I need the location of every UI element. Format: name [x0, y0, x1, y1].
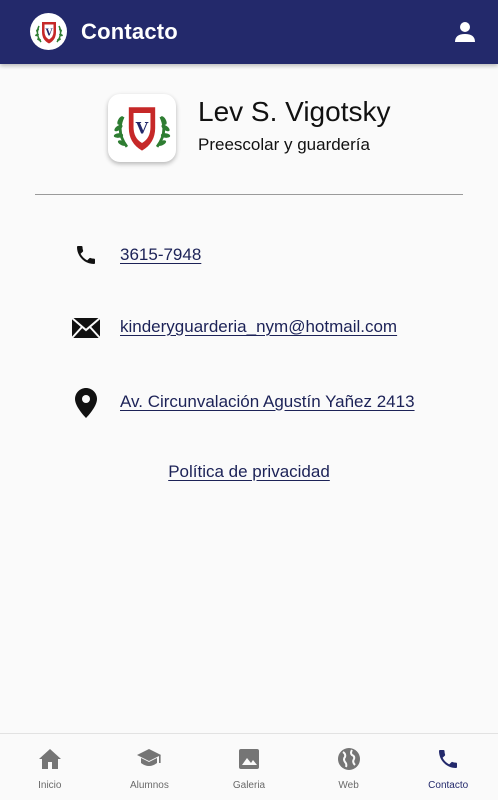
nav-label: Alumnos — [129, 780, 169, 791]
svg-text:V: V — [44, 28, 53, 38]
phone-icon — [435, 746, 461, 772]
svg-text:V: V — [135, 119, 149, 138]
school-subtitle: Preescolar y guardería — [198, 135, 370, 154]
mail-icon — [68, 310, 104, 346]
school-logo-icon: V — [30, 13, 67, 50]
account-icon — [455, 22, 475, 42]
nav-label: Contacto — [428, 780, 469, 791]
school-name: Lev S. Vigotsky — [198, 96, 391, 127]
bottom-navigation: Inicio Alumnos Galeria Web Contacto — [0, 733, 498, 800]
page-title: Contacto — [81, 19, 178, 44]
nav-item-inicio[interactable]: Inicio — [0, 734, 100, 800]
school-shield-icon: V — [113, 107, 171, 151]
globe-icon — [336, 746, 362, 772]
graduation-cap-icon — [136, 746, 162, 772]
nav-item-contacto[interactable]: Contacto — [398, 734, 498, 800]
nav-label: Galeria — [232, 780, 266, 791]
contact-address-row: Av. Circunvalación Agustín Yañez 2413 — [0, 385, 498, 421]
divider — [35, 194, 463, 195]
email-link[interactable]: kinderyguarderia_nym@hotmail.com — [120, 317, 397, 337]
image-icon — [236, 746, 262, 772]
account-button[interactable] — [450, 18, 480, 46]
contact-phone-row: 3615-7948 — [0, 237, 498, 273]
phone-icon — [68, 237, 104, 273]
nav-item-alumnos[interactable]: Alumnos — [100, 734, 200, 800]
phone-link[interactable]: 3615-7948 — [120, 245, 201, 265]
contact-email-row: kinderyguarderia_nym@hotmail.com — [0, 308, 498, 344]
app-bar: V Contacto — [0, 0, 498, 64]
nav-label: Web — [338, 780, 359, 791]
school-logo: V — [108, 94, 176, 162]
privacy-policy-link[interactable]: Política de privacidad — [0, 462, 498, 482]
home-icon — [37, 746, 63, 772]
nav-item-galeria[interactable]: Galeria — [199, 734, 299, 800]
nav-item-web[interactable]: Web — [299, 734, 399, 800]
nav-label: Inicio — [38, 780, 62, 791]
address-link[interactable]: Av. Circunvalación Agustín Yañez 2413 — [120, 392, 415, 412]
location-pin-icon — [68, 385, 104, 421]
